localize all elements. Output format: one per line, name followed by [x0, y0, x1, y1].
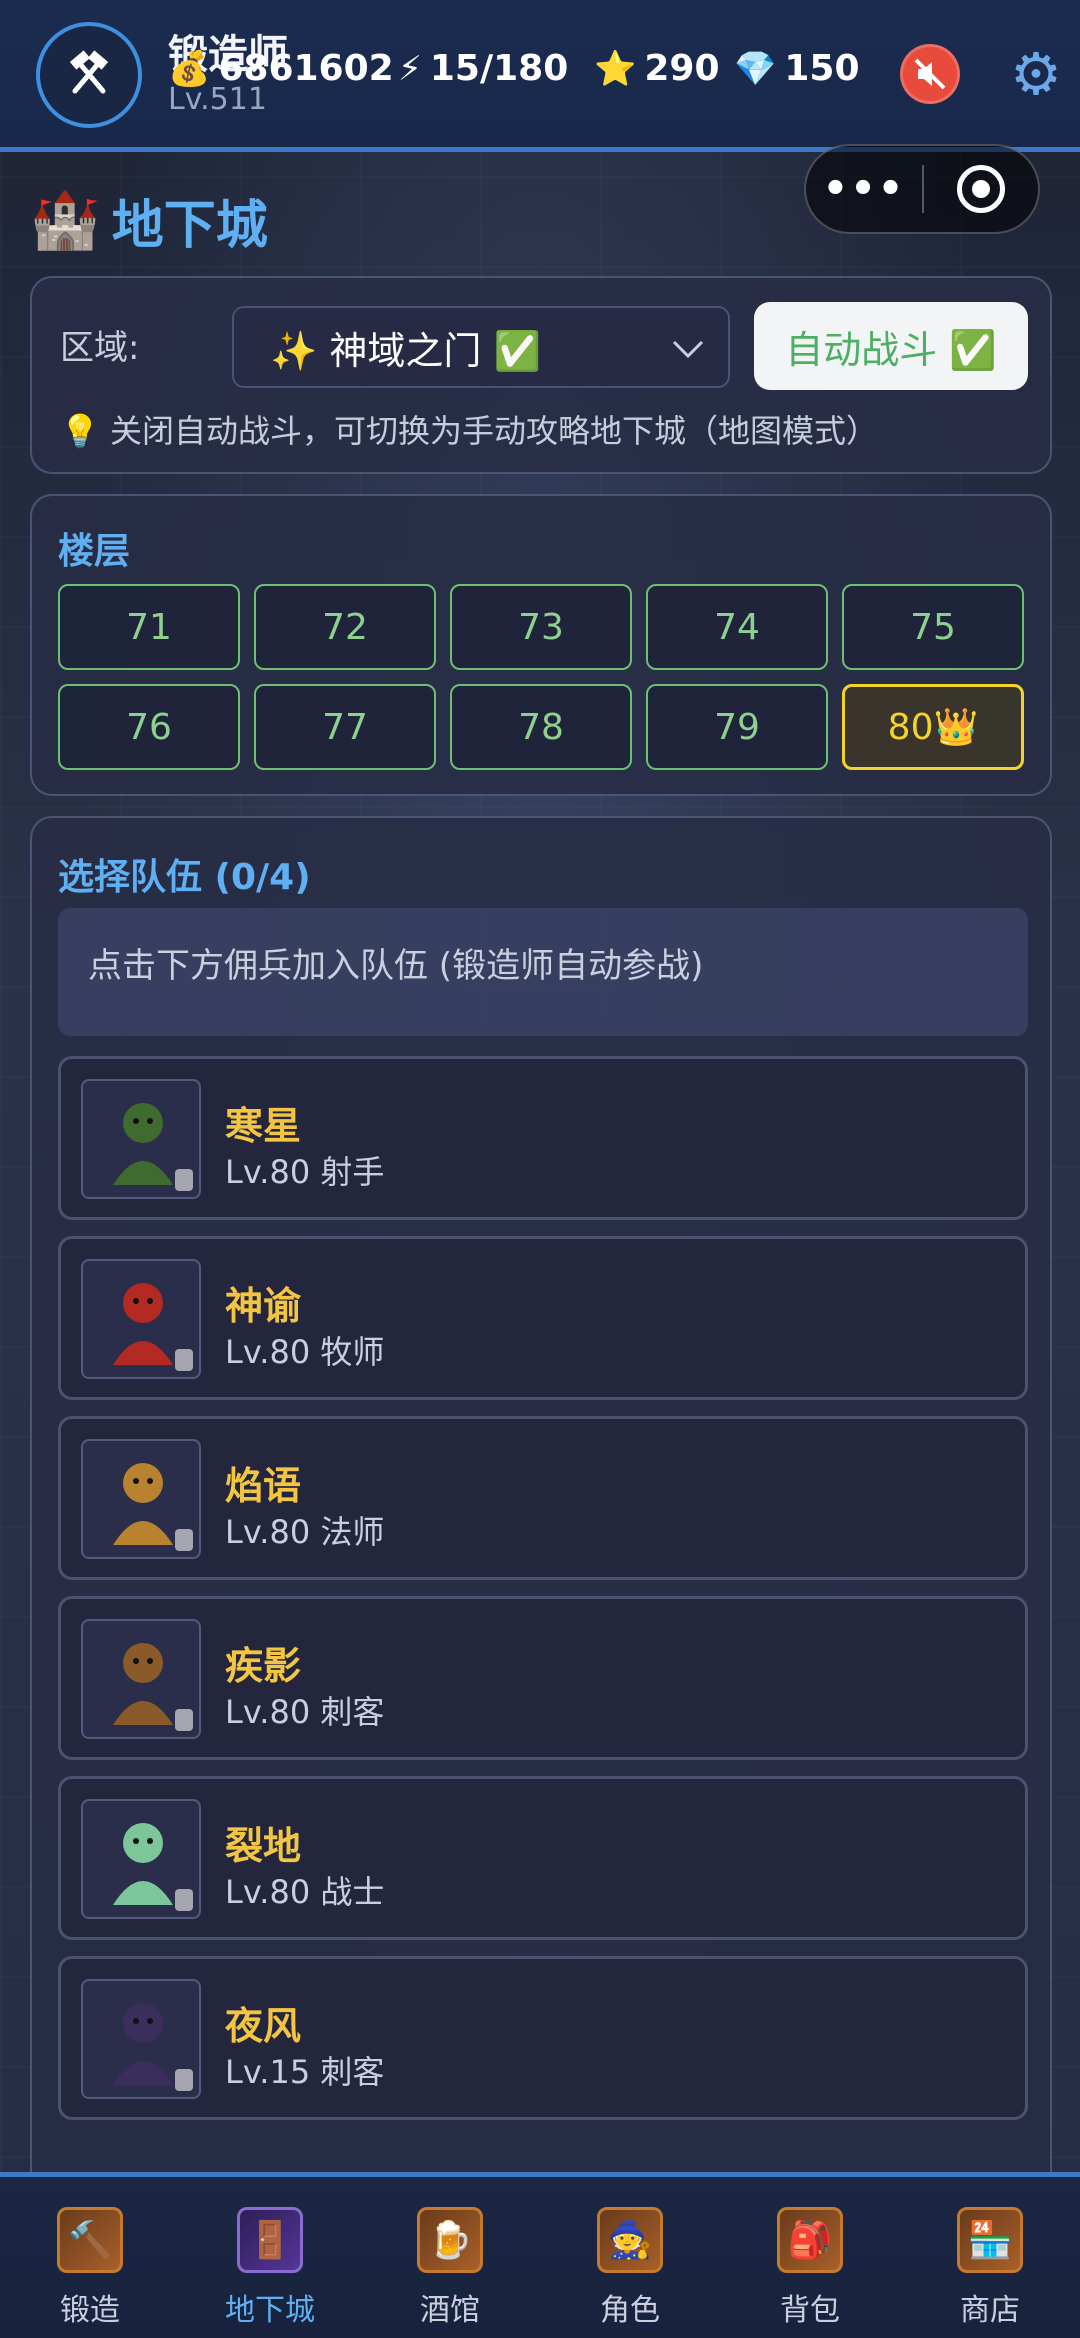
- mercenary-level-class: Lv.80 战士: [225, 1873, 385, 1911]
- energy-value: 15/180: [429, 48, 569, 89]
- floor-section-title: 楼层: [58, 531, 131, 572]
- player-avatar[interactable]: [36, 22, 142, 128]
- mercenary-card[interactable]: 寒星 Lv.80 射手: [58, 1056, 1028, 1220]
- floor-panel: 楼层 71 72 73 74 75 76 77 78 79 80👑: [30, 494, 1052, 796]
- close-miniprogram-button[interactable]: [924, 165, 1038, 213]
- floor-button-2[interactable]: 72: [254, 584, 436, 670]
- zone-select[interactable]: ✨ 神域之门 ✅: [232, 306, 730, 388]
- team-empty-slot: 点击下方佣兵加入队伍 (锻造师自动参战): [58, 908, 1028, 1036]
- mercenary-level-class: Lv.80 牧师: [225, 1333, 385, 1371]
- elf-warrior-portrait: [81, 1799, 201, 1919]
- nav-item-tavern[interactable]: 🍺 酒馆: [360, 2177, 540, 2338]
- dwarf-mage-portrait: [81, 1439, 201, 1559]
- target-icon: [956, 165, 1005, 213]
- mercenary-level-class: Lv.80 法师: [225, 1513, 385, 1551]
- mercenary-card[interactable]: 夜风 Lv.15 刺客: [58, 1956, 1028, 2120]
- gems-value: 150: [784, 48, 860, 89]
- zone-hint: 💡 关闭自动战斗，可切换为手动攻略地下城（地图模式）: [60, 412, 879, 450]
- page-header: 🏰 地下城: [30, 180, 268, 260]
- mercenary-card[interactable]: 神谕 Lv.80 牧师: [58, 1236, 1028, 1400]
- money-bag-icon: 💰: [168, 48, 211, 89]
- castle-icon: 🏰: [30, 188, 100, 253]
- floor-button-3[interactable]: 73: [450, 584, 632, 670]
- mercenary-level-class: Lv.15 刺客: [225, 2053, 385, 2091]
- mercenary-name: 神谕: [225, 1284, 302, 1328]
- star-icon: ⭐: [594, 48, 637, 89]
- mercenary-level-class: Lv.80 射手: [225, 1153, 385, 1191]
- mercenary-name: 裂地: [225, 1824, 302, 1868]
- mercenary-list: 寒星 Lv.80 射手神谕 Lv.80 牧师焰语 Lv.80 法师疾影 Lv.80 刺客…: [58, 1056, 1028, 2136]
- red-priestess-portrait: [81, 1259, 201, 1379]
- more-options-button[interactable]: •••: [806, 166, 922, 212]
- lightning-icon: ⚡: [398, 48, 422, 89]
- mercenary-card[interactable]: 焰语 Lv.80 法师: [58, 1416, 1028, 1580]
- floor-grid: 71 72 73 74 75 76 77 78 79 80👑: [58, 584, 1028, 770]
- energy-counter: ⚡ 15/180: [398, 48, 568, 89]
- gold-value: 6861602: [218, 48, 394, 89]
- ninja-assassin-portrait: [81, 1979, 201, 2099]
- floor-button-1[interactable]: 71: [58, 584, 240, 670]
- floor-button-5[interactable]: 75: [842, 584, 1024, 670]
- zone-selected-value: ✨ 神域之门 ✅: [270, 328, 541, 373]
- mercenary-name: 焰语: [225, 1464, 302, 1508]
- gems-counter: 💎 150: [734, 48, 860, 89]
- nav-label: 角色: [600, 2293, 660, 2328]
- gem-icon: 💎: [734, 48, 777, 89]
- nav-item-backpack[interactable]: 🎒 背包: [720, 2177, 900, 2338]
- mute-button[interactable]: [900, 44, 960, 104]
- nav-item-dungeon[interactable]: 🚪 地下城: [180, 2177, 360, 2338]
- team-panel: 选择队伍 (0/4) 点击下方佣兵加入队伍 (锻造师自动参战) 寒星 Lv.80 …: [30, 816, 1052, 2196]
- mercenary-name: 寒星: [225, 1104, 302, 1148]
- nav-label: 锻造: [60, 2293, 120, 2328]
- dungeon-icon: 🚪: [237, 2207, 303, 2273]
- chevron-down-icon: [672, 340, 704, 359]
- hammers-icon: [69, 50, 109, 94]
- mercenary-level-class: Lv.80 刺客: [225, 1693, 385, 1731]
- hooded-assassin-portrait: [81, 1619, 201, 1739]
- miniprogram-capsule: •••: [804, 144, 1040, 234]
- shop-icon: 🏪: [957, 2207, 1023, 2273]
- floor-button-7[interactable]: 77: [254, 684, 436, 770]
- character-icon: 🧙: [597, 2207, 663, 2273]
- stars-value: 290: [644, 48, 720, 89]
- nav-label: 地下城: [225, 2293, 315, 2328]
- muted-speaker-icon: [914, 58, 946, 90]
- gold-counter: 💰 6861602: [168, 48, 394, 89]
- stars-counter: ⭐ 290: [594, 48, 720, 89]
- team-section-title: 选择队伍 (0/4): [58, 857, 311, 898]
- nav-item-character[interactable]: 🧙 角色: [540, 2177, 720, 2338]
- mercenary-card[interactable]: 裂地 Lv.80 战士: [58, 1776, 1028, 1940]
- floor-button-6[interactable]: 76: [58, 684, 240, 770]
- nav-label: 酒馆: [420, 2293, 480, 2328]
- bottom-navigation: 🔨 锻造 🚪 地下城 🍺 酒馆 🧙 角色 🎒 背包 🏪 商店: [0, 2172, 1080, 2338]
- floor-button-8[interactable]: 78: [450, 684, 632, 770]
- mercenary-card[interactable]: 疾影 Lv.80 刺客: [58, 1596, 1028, 1760]
- nav-label: 背包: [780, 2293, 840, 2328]
- orc-archer-portrait: [81, 1079, 201, 1199]
- settings-gear-icon[interactable]: ⚙: [1010, 40, 1062, 108]
- zone-panel: 区域: ✨ 神域之门 ✅ 自动战斗 ✅ 💡 关闭自动战斗，可切换为手动攻略地下城…: [30, 276, 1052, 474]
- nav-label: 商店: [960, 2293, 1020, 2328]
- page-title: 地下城: [111, 195, 268, 256]
- backpack-icon: 🎒: [777, 2207, 843, 2273]
- tavern-icon: 🍺: [417, 2207, 483, 2273]
- floor-button-9[interactable]: 79: [646, 684, 828, 770]
- zone-label: 区域:: [60, 328, 140, 368]
- nav-item-forge[interactable]: 🔨 锻造: [0, 2177, 180, 2338]
- mercenary-name: 疾影: [225, 1644, 302, 1688]
- floor-button-4[interactable]: 74: [646, 584, 828, 670]
- floor-button-10[interactable]: 80👑: [842, 684, 1024, 770]
- auto-battle-button[interactable]: 自动战斗 ✅: [754, 302, 1028, 390]
- nav-item-shop[interactable]: 🏪 商店: [900, 2177, 1080, 2338]
- mercenary-name: 夜风: [225, 2004, 302, 2048]
- forge-icon: 🔨: [57, 2207, 123, 2273]
- top-status-bar: 锻造师 Lv.511 💰 6861602 ⚡ 15/180 ⭐ 290 💎 15…: [0, 0, 1080, 152]
